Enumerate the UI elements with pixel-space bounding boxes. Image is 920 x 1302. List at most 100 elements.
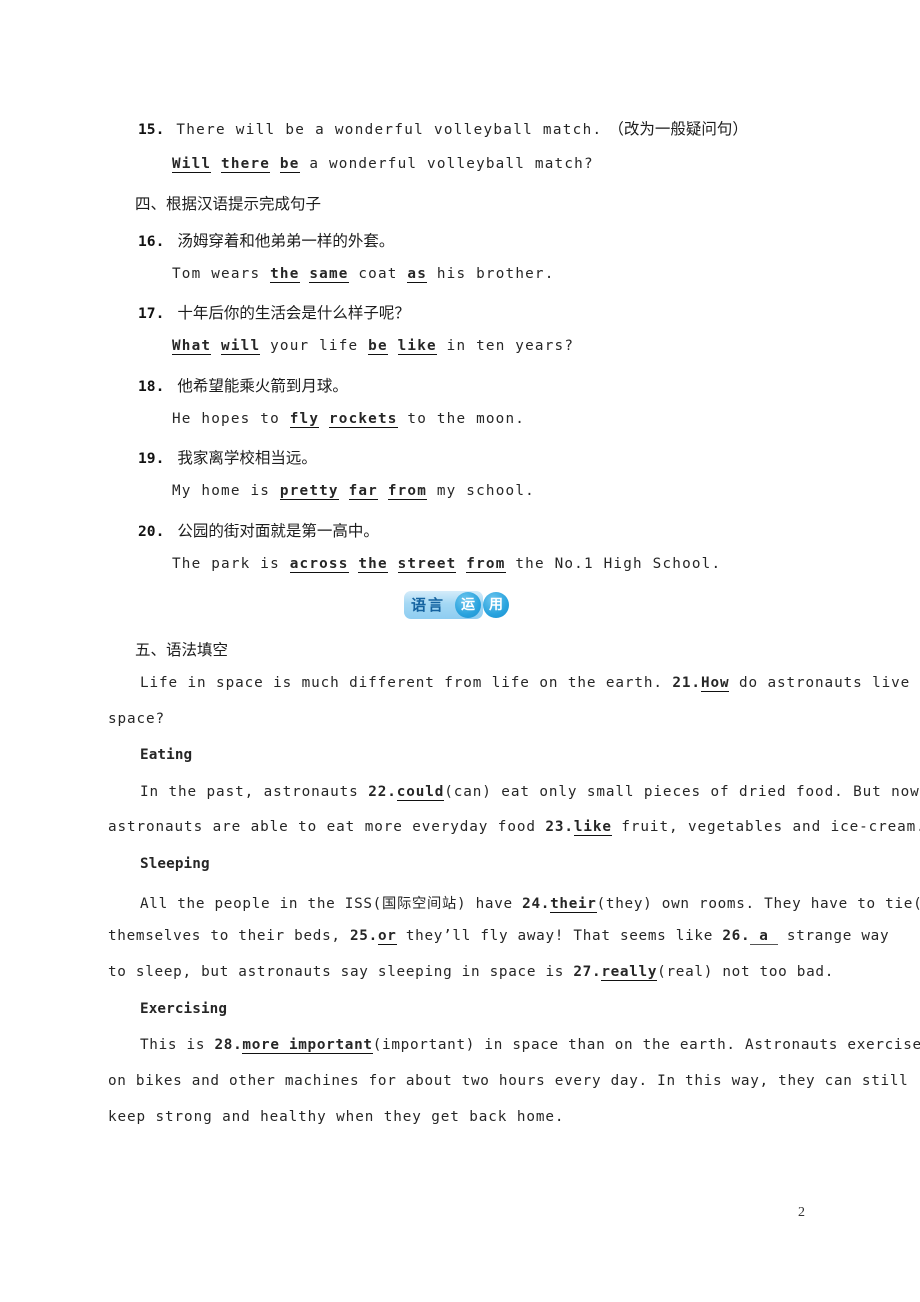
passage-text: My home is [172, 483, 280, 499]
passage-text [388, 338, 398, 354]
passage-text: space? [108, 711, 166, 727]
passage-line: keep strong and healthy when they get ba… [108, 1109, 564, 1125]
passage-text: (can) eat only small pieces of dried foo… [444, 784, 920, 800]
blank-number: 25. [350, 928, 378, 944]
passage-text: This is [140, 1037, 215, 1053]
answer-underlined: or [377, 928, 397, 945]
worksheet-page: 15. There will be a wonderful volleyball… [0, 0, 920, 1302]
passage-line: astronauts are able to eat more everyday… [108, 819, 920, 836]
passage-text: (they) own rooms. They have to tie(系) [596, 896, 920, 912]
question-18-answer: He hopes to fly rockets to the moon. [172, 411, 525, 428]
passage-text [211, 338, 221, 354]
question-number: 20. [138, 523, 165, 540]
section-four-heading: 四、根据汉语提示完成句子 [135, 195, 322, 213]
passage-text: keep strong and healthy when they get ba… [108, 1109, 565, 1125]
answer-underlined: could [396, 784, 445, 801]
blank-number: 23. [545, 819, 574, 835]
question-16-prompt: 16. 汤姆穿着和他弟弟一样的外套。 [138, 229, 394, 251]
passage-line: to sleep, but astronauts say sleeping in… [108, 964, 835, 981]
passage-text: themselves to their beds, [108, 928, 350, 944]
passage-text: the No.1 High School. [505, 556, 722, 572]
question-15-prompt: 15. There will be a wonderful volleyball… [138, 117, 748, 139]
passage-text: his brother. [427, 266, 555, 282]
passage-text: do astronauts live in [729, 675, 920, 691]
passage-text: a wonderful volleyball match? [299, 156, 594, 172]
passage-text: strange way [777, 928, 890, 944]
question-number: 15. [138, 121, 165, 138]
answer-underlined: from [466, 556, 506, 573]
question-prompt-text: There will be a wonderful volleyball mat… [176, 122, 603, 138]
passage-line: space? [108, 711, 165, 727]
answer-underlined: really [601, 964, 658, 981]
passage-text: (real) not too bad. [657, 964, 835, 980]
question-16-answer: Tom wears the same coat as his brother. [172, 266, 555, 283]
question-20-prompt: 20. 公园的街对面就是第一高中。 [138, 519, 379, 541]
passage-text: The park is [172, 556, 290, 572]
passage-text [378, 483, 388, 499]
answer-underlined: fly [289, 411, 320, 428]
passage-subheading-sleeping: Sleeping [140, 856, 210, 872]
passage-text: All the people in the ISS(国际空间站) have [140, 896, 523, 912]
answer-underlined: pretty [279, 483, 339, 500]
question-17-answer: What will your life be like in ten years… [172, 338, 574, 355]
answer-underlined: their [550, 896, 597, 913]
answer-underlined: the [358, 556, 388, 573]
passage-text: your life [260, 338, 369, 354]
answer-underlined: How [700, 675, 730, 692]
question-chinese: 他希望能乘火箭到月球。 [177, 377, 348, 395]
passage-text: He hopes to [172, 411, 290, 427]
passage-text: my school. [427, 483, 535, 499]
passage-text [349, 556, 359, 572]
passage-text: they’ll fly away! That seems like [396, 928, 723, 944]
answer-underlined: like [397, 338, 437, 355]
passage-text [456, 556, 466, 572]
answer-underlined: What [172, 338, 212, 355]
badge-plate-label: 语言 [411, 595, 446, 614]
passage-text: fruit, vegetables and ice-cream. [611, 819, 920, 835]
question-chinese: 我家离学校相当远。 [177, 449, 317, 467]
passage-line: All the people in the ISS(国际空间站) have 24… [140, 892, 920, 913]
passage-text: (important) in space than on the earth. … [372, 1037, 920, 1053]
passage-line: This is 28.more important(important) in … [140, 1037, 920, 1054]
passage-text: astronauts are able to eat more everyday… [108, 819, 546, 835]
question-number: 18. [138, 378, 165, 395]
passage-text: to sleep, but astronauts say sleeping in… [108, 964, 574, 980]
question-chinese: 十年后你的生活会是什么样子呢？ [177, 304, 410, 322]
passage-text [300, 266, 310, 282]
passage-text [388, 556, 398, 572]
answer-underlined: rockets [328, 411, 398, 428]
question-17-prompt: 17. 十年后你的生活会是什么样子呢？ [138, 301, 410, 323]
passage-text [339, 483, 349, 499]
question-number: 16. [138, 233, 165, 250]
passage-line: themselves to their beds, 25.or they’ll … [108, 928, 890, 945]
question-18-prompt: 18. 他希望能乘火箭到月球。 [138, 374, 348, 396]
answer-blank: a [750, 928, 778, 945]
question-chinese: 公园的街对面就是第一高中。 [177, 522, 379, 540]
passage-text: In the past, astronauts [140, 784, 369, 800]
question-19-prompt: 19. 我家离学校相当远。 [138, 446, 317, 468]
badge-circle-yun: 运 [455, 592, 481, 618]
answer-underlined: street [397, 556, 457, 573]
passage-subheading-exercising: Exercising [140, 1001, 228, 1017]
answer-underlined: from [387, 483, 428, 500]
blank-number: 24. [522, 896, 551, 912]
question-number: 19. [138, 450, 165, 467]
answer-underlined: more important [242, 1037, 373, 1054]
answer-underlined: across [289, 556, 349, 573]
section-five-heading: 五、语法填空 [135, 641, 229, 659]
passage-text [319, 411, 329, 427]
question-15-answer: Will there be a wonderful volleyball mat… [172, 156, 594, 173]
badge-plate: 语言 运 用 [404, 591, 509, 619]
passage-text: Life in space is much different from lif… [140, 675, 673, 691]
answer-underlined: far [348, 483, 378, 500]
answer-underlined: be [368, 338, 388, 355]
blank-number: 26. [722, 928, 751, 944]
question-20-answer: The park is across the street from the N… [172, 556, 722, 573]
question-19-answer: My home is pretty far from my school. [172, 483, 535, 500]
blank-number: 28. [214, 1037, 243, 1053]
answer-underlined: Will [172, 156, 212, 173]
passage-subheading-eating: Eating [140, 747, 193, 763]
answer-underlined: same [309, 266, 349, 283]
page-number: 2 [798, 1205, 805, 1220]
blank-number: 27. [573, 964, 602, 980]
